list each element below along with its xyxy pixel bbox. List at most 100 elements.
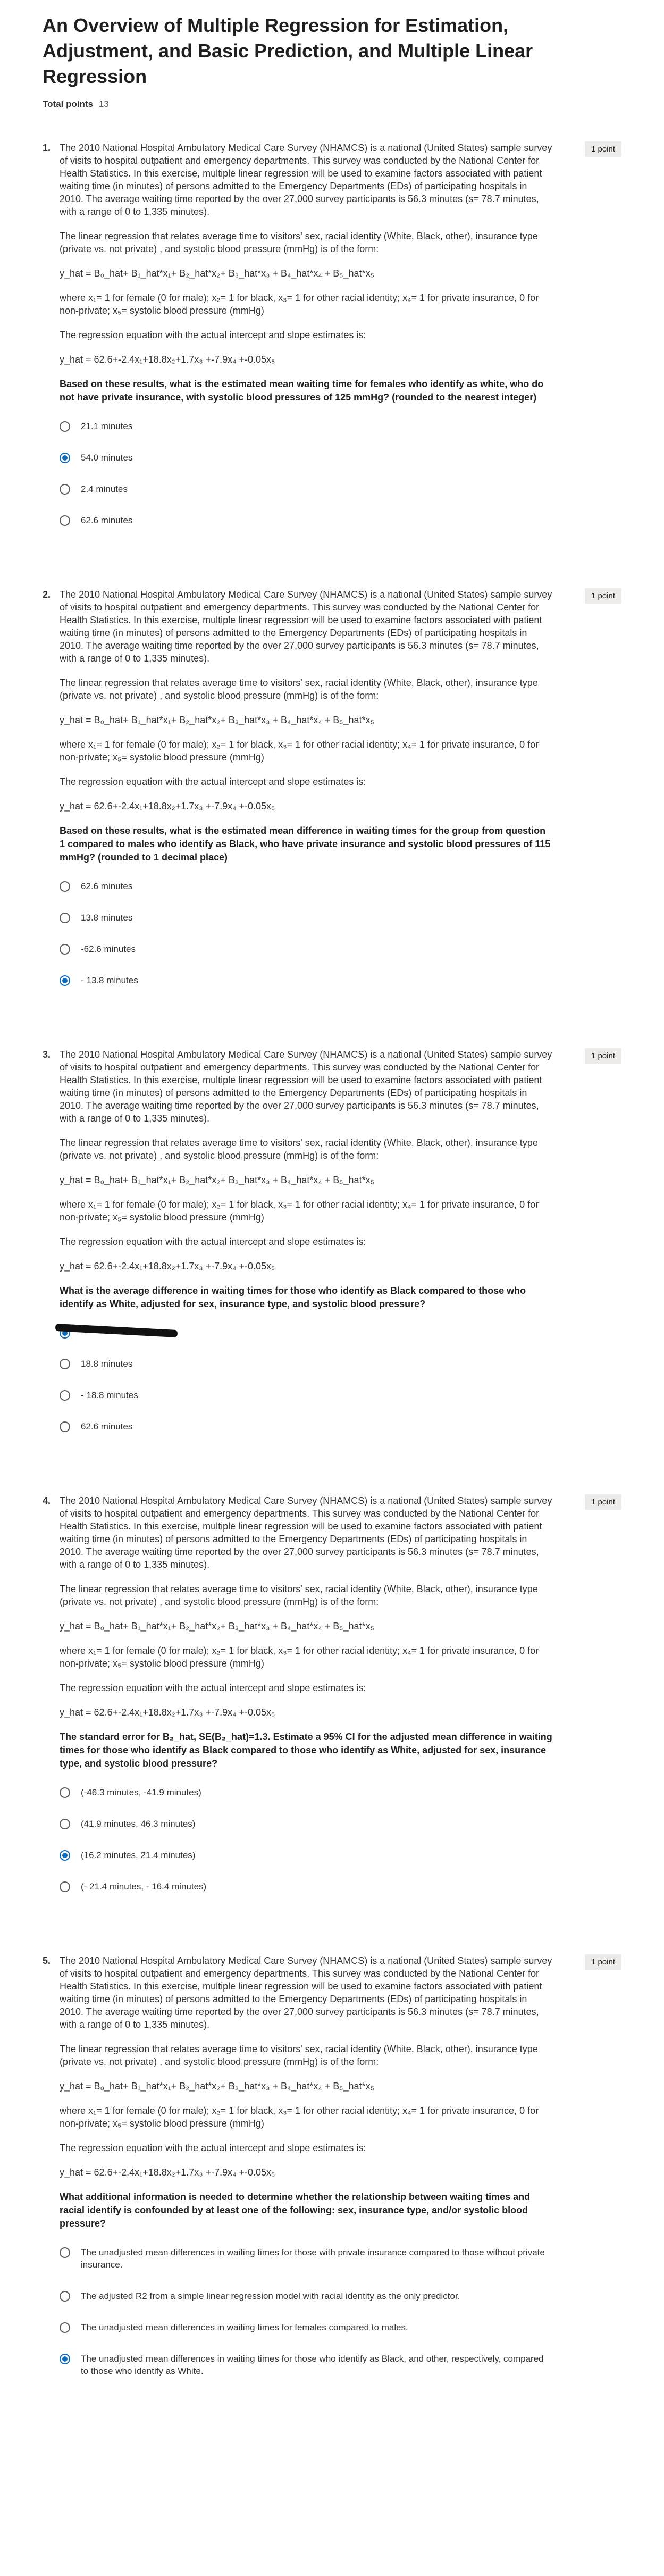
points-badge: 1 point [584, 141, 621, 157]
answer-option-label: (16.2 minutes, 21.4 minutes) [81, 1850, 196, 1860]
radio-unchecked-icon[interactable] [60, 1881, 70, 1892]
answer-option[interactable]: 62.6 minutes [60, 1420, 552, 1433]
answer-option[interactable]: 54.0 minutes [60, 451, 552, 464]
question-number: 5. [43, 1955, 51, 1966]
total-points-label: Total points [43, 99, 94, 109]
total-points-value: 13 [98, 99, 109, 109]
form-page: An Overview of Multiple Regression for E… [0, 0, 664, 2439]
answer-option-label: 62.6 minutes [81, 881, 133, 891]
answer-option[interactable]: The unadjusted mean differences in waiti… [60, 2246, 552, 2271]
fitted-equation: y_hat = 62.6+-2.4x₁+18.8x₂+1.7x₃ +-7.9x₄… [60, 1707, 275, 1718]
question-separator [60, 546, 552, 588]
answer-option[interactable]: - 18.8 minutes [60, 1389, 552, 1401]
question-separator [60, 2396, 552, 2439]
answer-option-label: (-46.3 minutes, -41.9 minutes) [81, 1787, 201, 1797]
answer-option[interactable]: 18.8 minutes [60, 1358, 552, 1370]
general-equation: y_hat = B₀_hat+ B₁_hat*x₁+ B₂_hat*x₂+ B₃… [60, 268, 374, 279]
question-prompt: Based on these results, what is the esti… [60, 825, 551, 863]
radio-unchecked-icon[interactable] [60, 2247, 70, 2258]
question-number: 2. [43, 589, 51, 600]
variable-coding: where x₁= 1 for female (0 for male); x₂=… [60, 1645, 539, 1669]
answer-option[interactable] [55, 1323, 552, 1339]
answer-option[interactable]: (41.9 minutes, 46.3 minutes) [60, 1818, 552, 1830]
answer-option[interactable]: (16.2 minutes, 21.4 minutes) [60, 1849, 552, 1861]
answer-option[interactable]: 62.6 minutes [60, 880, 552, 892]
answer-option[interactable]: (-46.3 minutes, -41.9 minutes) [60, 1786, 552, 1799]
radio-unchecked-icon[interactable] [60, 881, 70, 892]
answer-option-label: - 18.8 minutes [81, 1390, 138, 1400]
radio-unchecked-icon[interactable] [60, 515, 70, 526]
answer-option-label: 62.6 minutes [81, 515, 133, 525]
radio-unchecked-icon[interactable] [60, 484, 70, 495]
estimates-intro: The regression equation with the actual … [60, 330, 366, 340]
redaction-mark [55, 1323, 178, 1338]
question-5: 5. 1 point The 2010 National Hospital Am… [43, 1954, 621, 2439]
estimates-intro: The regression equation with the actual … [60, 1236, 366, 1247]
points-badge: 1 point [584, 1048, 621, 1064]
general-equation: y_hat = B₀_hat+ B₁_hat*x₁+ B₂_hat*x₂+ B₃… [60, 1621, 374, 1632]
answer-option[interactable]: The unadjusted mean differences in waiti… [60, 2321, 552, 2334]
radio-unchecked-icon[interactable] [60, 1819, 70, 1829]
points-badge: 1 point [584, 1494, 621, 1510]
radio-unchecked-icon[interactable] [60, 913, 70, 923]
answer-option-label: 54.0 minutes [81, 453, 133, 463]
question-prompt: What is the average difference in waitin… [60, 1285, 526, 1309]
answer-options: 18.8 minutes - 18.8 minutes 62.6 minutes [55, 1323, 552, 1433]
answer-option[interactable]: 13.8 minutes [60, 911, 552, 924]
survey-intro: The 2010 National Hospital Ambulatory Me… [60, 1955, 552, 2030]
radio-checked-icon[interactable] [60, 1850, 70, 1861]
radio-unchecked-icon[interactable] [60, 944, 70, 955]
question-separator [60, 1452, 552, 1494]
survey-intro: The 2010 National Hospital Ambulatory Me… [60, 143, 552, 217]
general-equation: y_hat = B₀_hat+ B₁_hat*x₁+ B₂_hat*x₂+ B₃… [60, 1175, 374, 1185]
answer-option[interactable]: -62.6 minutes [60, 943, 552, 955]
question-number: 3. [43, 1049, 51, 1060]
radio-unchecked-icon[interactable] [60, 2291, 70, 2302]
answer-option[interactable]: (- 21.4 minutes, - 16.4 minutes) [60, 1880, 552, 1893]
answer-option[interactable]: The unadjusted mean differences in waiti… [60, 2353, 552, 2377]
radio-unchecked-icon[interactable] [60, 2322, 70, 2333]
answer-options: 21.1 minutes 54.0 minutes 2.4 minutes 62… [60, 420, 552, 526]
total-points: Total points 13 [43, 99, 621, 110]
answer-option-label: (41.9 minutes, 46.3 minutes) [81, 1819, 196, 1829]
radio-checked-icon[interactable] [60, 975, 70, 986]
radio-unchecked-icon[interactable] [60, 1390, 70, 1401]
fitted-equation: y_hat = 62.6+-2.4x₁+18.8x₂+1.7x₃ +-7.9x₄… [60, 354, 275, 365]
radio-checked-icon[interactable] [60, 2354, 70, 2364]
radio-unchecked-icon[interactable] [60, 1421, 70, 1432]
question-1: 1. 1 point The 2010 National Hospital Am… [43, 141, 621, 588]
form-title: An Overview of Multiple Regression for E… [43, 14, 533, 87]
answer-options: The unadjusted mean differences in waiti… [60, 2246, 552, 2377]
answer-option-label: 18.8 minutes [81, 1359, 133, 1369]
answer-option[interactable]: - 13.8 minutes [60, 974, 552, 986]
answer-option-label: 62.6 minutes [81, 1421, 133, 1432]
answer-options: (-46.3 minutes, -41.9 minutes) (41.9 min… [60, 1786, 552, 1893]
answer-option-label: The unadjusted mean differences in waiti… [81, 2322, 408, 2332]
variable-coding: where x₁= 1 for female (0 for male); x₂=… [60, 292, 539, 316]
points-badge: 1 point [584, 1954, 621, 1970]
model-intro: The linear regression that relates avera… [60, 1138, 538, 1161]
model-intro: The linear regression that relates avera… [60, 2044, 538, 2067]
answer-option[interactable]: 62.6 minutes [60, 514, 552, 526]
radio-unchecked-icon[interactable] [60, 1359, 70, 1369]
survey-intro: The 2010 National Hospital Ambulatory Me… [60, 1049, 552, 1124]
fitted-equation: y_hat = 62.6+-2.4x₁+18.8x₂+1.7x₃ +-7.9x₄… [60, 801, 275, 812]
question-prompt: What additional information is needed to… [60, 2192, 531, 2229]
radio-unchecked-icon[interactable] [60, 421, 70, 432]
survey-intro: The 2010 National Hospital Ambulatory Me… [60, 589, 552, 664]
question-3: 3. 1 point The 2010 National Hospital Am… [43, 1048, 621, 1494]
question-separator [60, 1912, 552, 1954]
fitted-equation: y_hat = 62.6+-2.4x₁+18.8x₂+1.7x₃ +-7.9x₄… [60, 2167, 275, 2178]
answer-option-label: 2.4 minutes [81, 484, 128, 494]
general-equation: y_hat = B₀_hat+ B₁_hat*x₁+ B₂_hat*x₂+ B₃… [60, 715, 374, 725]
answer-option[interactable]: 2.4 minutes [60, 483, 552, 495]
answer-option-label: The unadjusted mean differences in waiti… [81, 2354, 544, 2376]
answer-option[interactable]: 21.1 minutes [60, 420, 552, 432]
radio-unchecked-icon[interactable] [60, 1787, 70, 1798]
answer-option[interactable]: The adjusted R2 from a simple linear reg… [60, 2290, 552, 2302]
general-equation: y_hat = B₀_hat+ B₁_hat*x₁+ B₂_hat*x₂+ B₃… [60, 2081, 374, 2092]
answer-option-label: The unadjusted mean differences in waiti… [81, 2247, 545, 2270]
question-separator [60, 1006, 552, 1048]
radio-checked-icon[interactable] [60, 453, 70, 463]
variable-coding: where x₁= 1 for female (0 for male); x₂=… [60, 2105, 539, 2129]
